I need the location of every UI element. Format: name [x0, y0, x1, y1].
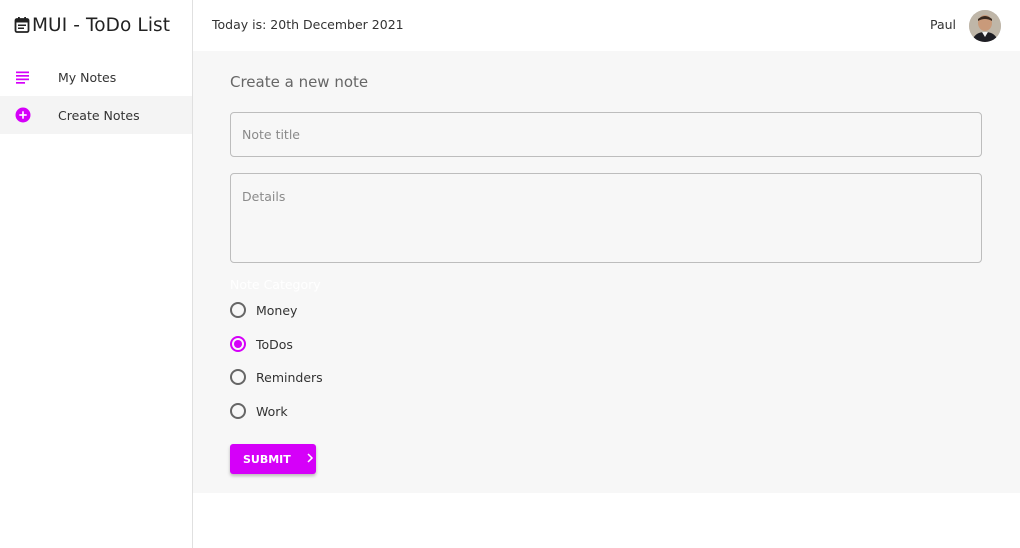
- page-title: Create a new note: [230, 73, 369, 91]
- sidebar-item-label: Create Notes: [58, 107, 140, 123]
- submit-label: SUBMIT: [243, 452, 291, 466]
- radio-money[interactable]: Money: [230, 300, 297, 320]
- radio-unchecked-icon[interactable]: [230, 403, 246, 419]
- radio-checked-icon[interactable]: [230, 336, 246, 352]
- sidebar: MUI - ToDo List My Notes Create Notes: [0, 0, 193, 548]
- submit-button[interactable]: SUBMIT: [230, 444, 316, 474]
- radio-reminders[interactable]: Reminders: [230, 367, 323, 387]
- radio-todos[interactable]: ToDos: [230, 334, 293, 354]
- add-circle-icon: [15, 107, 31, 123]
- sidebar-item-label: My Notes: [58, 69, 117, 85]
- details-textarea[interactable]: [231, 174, 981, 262]
- subject-lines-icon: [15, 69, 31, 85]
- category-legend: Note Category: [230, 277, 321, 292]
- username: Paul: [930, 17, 957, 32]
- radio-unchecked-icon[interactable]: [230, 302, 246, 318]
- note-title-field[interactable]: [230, 112, 982, 157]
- radio-label: Money: [256, 302, 298, 318]
- radio-work[interactable]: Work: [230, 401, 288, 421]
- today-date-text: Today is: 20th December 2021: [212, 17, 404, 32]
- radio-label: ToDos: [256, 336, 293, 352]
- brand: MUI - ToDo List: [14, 12, 170, 38]
- user-avatar[interactable]: [969, 10, 1001, 42]
- radio-label: Work: [256, 403, 288, 419]
- radio-label: Reminders: [256, 369, 323, 385]
- details-field[interactable]: [230, 173, 982, 263]
- note-title-input[interactable]: [231, 113, 981, 156]
- app-title: MUI - ToDo List: [32, 14, 171, 36]
- sidebar-item-create-notes[interactable]: Create Notes: [0, 96, 192, 134]
- sidebar-nav: My Notes Create Notes: [0, 58, 192, 134]
- calendar-note-icon: [14, 16, 31, 35]
- sidebar-item-my-notes[interactable]: My Notes: [0, 58, 192, 96]
- radio-unchecked-icon[interactable]: [230, 369, 246, 385]
- main-content: Create a new note Note Category Money To…: [193, 51, 1020, 493]
- top-bar: Today is: 20th December 2021 Paul: [193, 0, 1020, 51]
- chevron-right-icon: [306, 452, 314, 467]
